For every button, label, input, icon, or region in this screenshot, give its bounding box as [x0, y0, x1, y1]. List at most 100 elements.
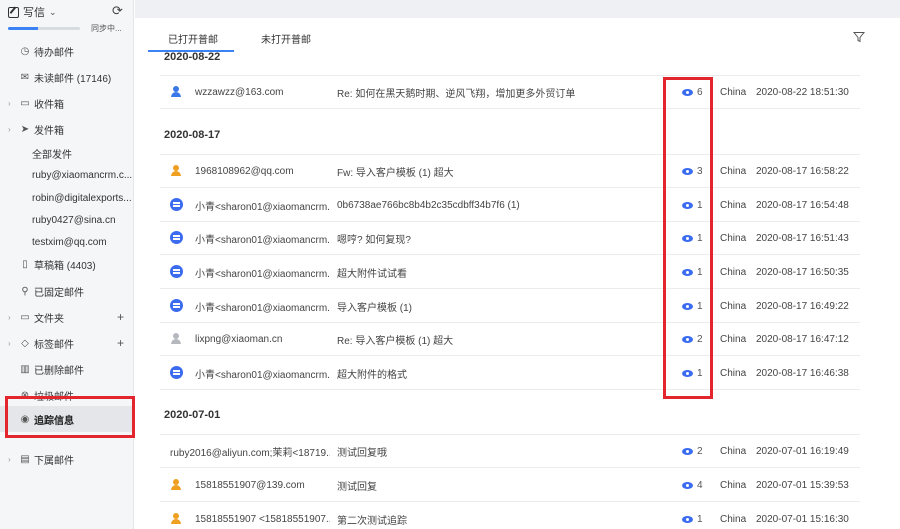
date-group-header: 2020-08-17 — [164, 129, 221, 141]
sidebar-item[interactable]: › ▤ 下属邮件 — [0, 446, 134, 472]
table-row[interactable]: 小青<sharon01@xiaomancrm... 0b6738ae766bc8b… — [160, 188, 860, 222]
sidebar-item-label: ruby@xiaomancrm.c... — [32, 169, 133, 181]
sender: 小青<sharon01@xiaomancrm... — [195, 268, 330, 280]
clock-icon: ◷ — [20, 45, 30, 57]
timestamp: 2020-08-17 16:47:12 — [756, 333, 849, 345]
chat-avatar-icon — [170, 198, 183, 211]
sidebar-item-label: testxim@qq.com — [32, 236, 107, 248]
sidebar-item[interactable]: › ▭ 文件夹 + — [0, 304, 134, 330]
compose-button[interactable]: 写信 ⌄ — [8, 4, 57, 20]
subject: 导入客户模板 (1) — [337, 302, 412, 314]
sidebar-item[interactable]: ▯ 草稿箱 (4403) — [0, 251, 134, 277]
sidebar-item-label: 下属邮件 — [34, 455, 74, 467]
table-row[interactable]: ruby2016@aliyun.com;茉莉<18719... 测试回复哦 2 Chi… — [160, 434, 860, 468]
sender: ruby2016@aliyun.com;茉莉<18719... — [170, 447, 330, 459]
sidebar-item-label: 未读邮件 (17146) — [34, 73, 112, 85]
expand-arrow-icon[interactable]: › — [8, 339, 11, 348]
country: China — [720, 232, 747, 244]
refresh-icon[interactable]: ⟳ — [112, 3, 123, 19]
sender: 小青<sharon01@xiaomancrm... — [195, 201, 330, 213]
table-row[interactable]: 1968108962@qq.com Fw: 导入客户模板 (1) 超大 3 China… — [160, 154, 860, 188]
sidebar-item[interactable]: ◷ 待办邮件 — [0, 38, 134, 64]
person-avatar-icon — [170, 479, 182, 491]
sidebar-item[interactable]: ▥ 已删除邮件 — [0, 356, 134, 382]
person-avatar-icon — [170, 86, 182, 98]
person-avatar-icon — [170, 165, 182, 177]
country: China — [720, 445, 747, 457]
person-avatar-icon — [170, 333, 182, 345]
sender: 15818551907 <15818551907... — [195, 513, 330, 525]
sender: 小青<sharon01@xiaomancrm... — [195, 234, 330, 246]
sender: 小青<sharon01@xiaomancrm... — [195, 369, 330, 381]
tab-opened[interactable]: 已打开普邮 — [168, 31, 218, 46]
views-count[interactable]: 2 — [682, 434, 712, 468]
add-icon[interactable]: + — [117, 336, 124, 350]
tag-icon: ◇ — [21, 337, 29, 349]
sidebar-item-label: 全部发件 — [32, 149, 72, 161]
timestamp: 2020-07-01 15:39:53 — [756, 479, 849, 491]
country: China — [720, 266, 747, 278]
filter-icon[interactable] — [853, 31, 865, 43]
tab-unopened[interactable]: 未打开普邮 — [261, 31, 311, 46]
sidebar-item-label: 已删除邮件 — [34, 365, 84, 377]
expand-arrow-icon[interactable]: › — [8, 99, 11, 108]
table-row[interactable]: lixpng@xiaoman.cn Re: 导入客户模板 (1) 超大 2 China… — [160, 322, 860, 356]
subject: Re: 如何在黑天鹅时期、逆风飞翔，增加更多外贸订单 — [337, 88, 576, 100]
sidebar-item[interactable]: › ▭ 收件箱 — [0, 90, 134, 116]
sidebar-item[interactable]: › ◇ 标签邮件 + — [0, 330, 134, 356]
compose-icon — [8, 6, 19, 18]
subject: 超大附件的格式 — [337, 369, 407, 381]
views-count[interactable]: 1 — [682, 502, 712, 529]
sync-status: 同步中... — [91, 24, 122, 33]
sender: 15818551907@139.com — [195, 479, 305, 491]
trash-icon: ▥ — [20, 363, 30, 375]
sidebar-item[interactable]: ⚲ 已固定邮件 — [0, 278, 134, 304]
subject: 超大附件试试看 — [337, 268, 407, 280]
add-icon[interactable]: + — [117, 310, 124, 324]
subject: 测试回复哦 — [337, 447, 387, 459]
top-bar — [135, 0, 900, 18]
subject: Fw: 导入客户模板 (1) 超大 — [337, 167, 454, 179]
table-row[interactable]: 小青<sharon01@xiaomancrm... 导入客户模板 (1) 1 Chin… — [160, 289, 860, 323]
subject: Re: 导入客户模板 (1) 超大 — [337, 335, 454, 347]
views-number: 1 — [697, 513, 703, 525]
subject: 0b6738ae766bc8b4b2c35cdbff34b7f6 (1) — [337, 199, 520, 211]
sync-progress-fill — [8, 27, 39, 30]
date-group-header: 2020-07-01 — [164, 409, 221, 421]
subordinate-icon: ▤ — [20, 453, 30, 465]
sender: 小青<sharon01@xiaomancrm... — [195, 302, 330, 314]
table-row[interactable]: 15818551907 <15818551907... 第二次测试追踪 1 China… — [160, 502, 860, 529]
table-row[interactable]: 15818551907@139.com 测试回复 4 China 2020-07-01 … — [160, 468, 860, 502]
chevron-down-icon: ⌄ — [49, 6, 57, 17]
timestamp: 2020-08-17 16:49:22 — [756, 300, 849, 312]
envelope-icon: ✉ — [20, 71, 30, 83]
subject: 测试回复 — [337, 481, 377, 493]
sidebar-item[interactable]: › ➤ 发件箱 — [0, 116, 134, 142]
subject: 嗯哼? 如何复现? — [337, 234, 411, 246]
sidebar-item-label: 待办邮件 — [34, 47, 74, 59]
sender: lixpng@xiaoman.cn — [195, 333, 283, 345]
expand-arrow-icon[interactable]: › — [8, 313, 11, 322]
sidebar-item-label: 标签邮件 — [34, 339, 74, 351]
eye-icon — [682, 481, 693, 489]
sync-progress-bar — [8, 27, 80, 30]
folder-icon: ▭ — [20, 311, 30, 323]
sidebar-item-label: 收件箱 — [34, 99, 64, 111]
expand-arrow-icon[interactable]: › — [8, 125, 11, 134]
tracking-nav-highlight — [5, 396, 135, 438]
timestamp: 2020-08-17 16:51:43 — [756, 232, 849, 244]
table-row[interactable]: wzzawzz@163.com Re: 如何在黑天鹅时期、逆风飞翔，增加更多外贸订… — [160, 75, 860, 109]
table-row[interactable]: 小青<sharon01@xiaomancrm... 超大附件试试看 1 China 20… — [160, 255, 860, 289]
table-row[interactable]: 小青<sharon01@xiaomancrm... 超大附件的格式 1 China 20… — [160, 356, 860, 390]
sidebar-item-label: 草稿箱 (4403) — [34, 260, 96, 272]
sidebar-item[interactable]: ✉ 未读邮件 (17146) — [0, 64, 134, 90]
sidebar-item-label: 文件夹 — [34, 313, 64, 325]
views-count[interactable]: 4 — [682, 468, 712, 502]
table-row[interactable]: 小青<sharon01@xiaomancrm... 嗯哼? 如何复现? 1 China… — [160, 221, 860, 255]
send-icon: ➤ — [20, 123, 30, 135]
expand-arrow-icon[interactable]: › — [8, 455, 11, 464]
chat-avatar-icon — [170, 231, 183, 244]
sender: wzzawzz@163.com — [195, 86, 284, 98]
country: China — [720, 86, 747, 98]
country: China — [720, 300, 747, 312]
